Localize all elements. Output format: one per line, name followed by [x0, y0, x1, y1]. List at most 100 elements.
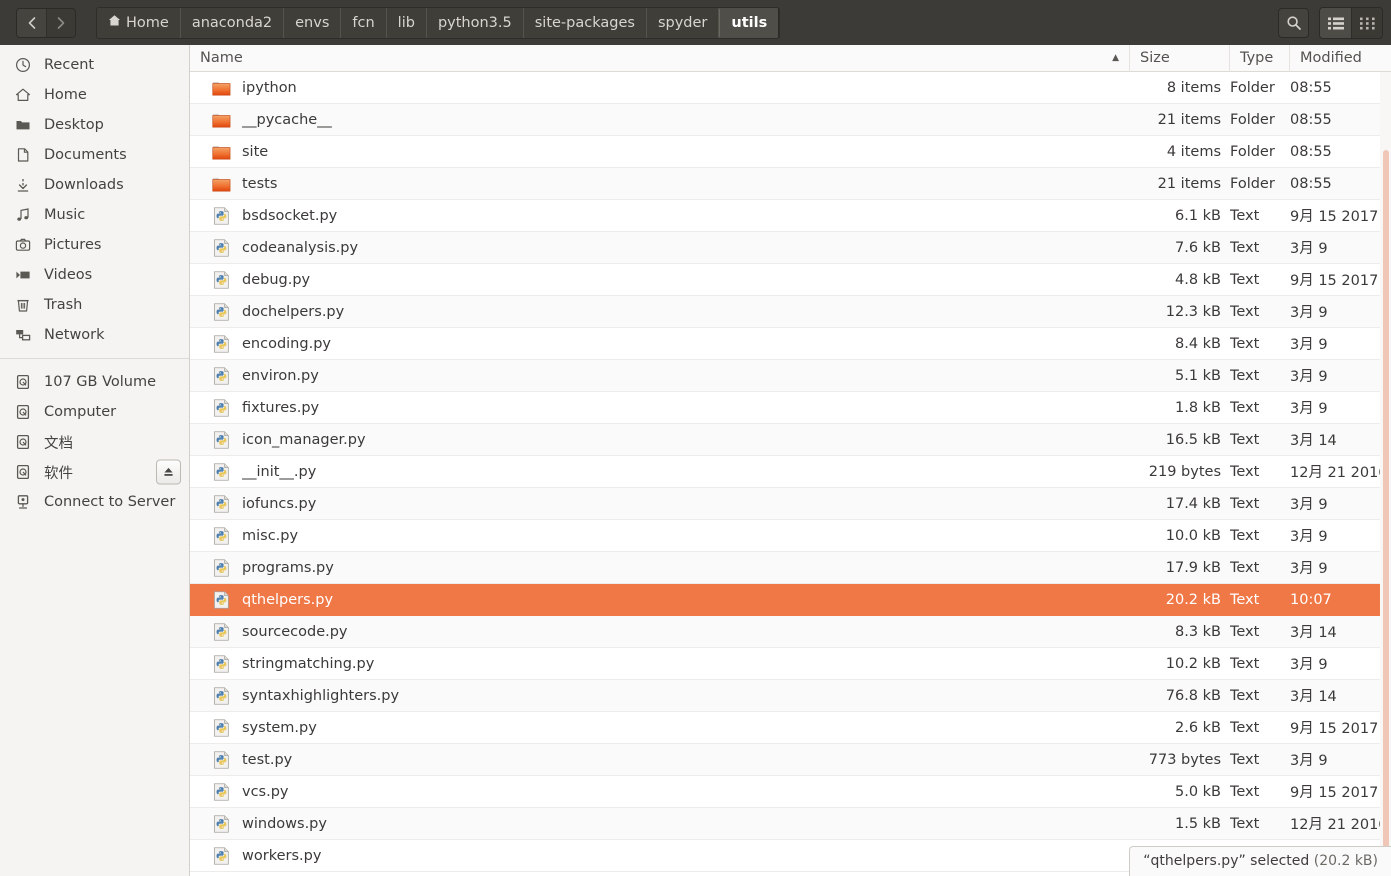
sidebar-item-107gb-volume[interactable]: 107 GB Volume	[0, 367, 189, 397]
python-file-icon	[214, 814, 229, 833]
file-list: ipython 8 items Folder 08:55 __pycache__ 21 i…	[190, 72, 1391, 876]
table-row[interactable]: encoding.py 8.4 kB Text 3月 9	[190, 328, 1391, 360]
column-header-size[interactable]: Size	[1130, 44, 1230, 72]
file-modified-cell: 08:55	[1290, 143, 1332, 160]
folder-icon	[212, 81, 231, 96]
sidebar-item-desktop[interactable]: Desktop	[0, 110, 189, 140]
sidebar-item-computer[interactable]: Computer	[0, 397, 189, 427]
grid-view-button[interactable]	[1351, 8, 1382, 38]
file-name-cell: misc.py	[190, 526, 1130, 545]
file-modified-cell: 3月 14	[1290, 433, 1337, 449]
breadcrumb-item-python35[interactable]: python3.5	[427, 7, 524, 38]
python-file-icon	[214, 558, 229, 577]
sidebar-item-music[interactable]: Music	[0, 200, 189, 230]
file-name-cell: programs.py	[190, 558, 1130, 577]
sidebar-item-documents[interactable]: Documents	[0, 140, 189, 170]
breadcrumb-item-site-packages[interactable]: site-packages	[524, 7, 647, 38]
file-type-cell: Text	[1230, 239, 1260, 256]
breadcrumb-item-lib[interactable]: lib	[387, 7, 427, 38]
sidebar-item-videos[interactable]: Videos	[0, 260, 189, 290]
sidebar-item-network[interactable]: Network	[0, 320, 189, 350]
sidebar-item-trash[interactable]: Trash	[0, 290, 189, 320]
file-size-cell: 4 items	[1166, 143, 1221, 160]
back-button[interactable]	[17, 8, 46, 37]
sidebar-item-home[interactable]: Home	[0, 80, 189, 110]
sidebar-item-connect-to-server[interactable]: Connect to Server	[0, 487, 189, 517]
breadcrumb-label: site-packages	[534, 14, 635, 31]
file-name-cell: icon_manager.py	[190, 430, 1130, 449]
file-type-cell: Folder	[1230, 143, 1275, 160]
sidebar-item-wendang[interactable]: 文档	[0, 427, 189, 457]
table-row[interactable]: stringmatching.py 10.2 kB Text 3月 9	[190, 648, 1391, 680]
file-size-cell: 5.0 kB	[1174, 783, 1221, 800]
sidebar-item-label: Connect to Server	[44, 494, 176, 510]
breadcrumb-item-fcn[interactable]: fcn	[341, 7, 387, 38]
eject-icon	[164, 467, 173, 476]
column-header-label: Type	[1240, 50, 1274, 66]
table-row[interactable]: icon_manager.py 16.5 kB Text 3月 14	[190, 424, 1391, 456]
table-row[interactable]: test.py 773 bytes Text 3月 9	[190, 744, 1391, 776]
vertical-scrollbar[interactable]	[1380, 72, 1391, 876]
file-name-cell: syntaxhighlighters.py	[190, 686, 1130, 705]
forward-button[interactable]	[46, 8, 75, 37]
scrollbar-thumb[interactable]	[1383, 150, 1389, 876]
breadcrumb-item-spyder[interactable]: spyder	[647, 7, 720, 38]
breadcrumb-item-anaconda2[interactable]: anaconda2	[181, 7, 285, 38]
file-modified-cell: 3月 9	[1290, 401, 1328, 417]
table-row[interactable]: debug.py 4.8 kB Text 9月 15 2017	[190, 264, 1391, 296]
table-row[interactable]: qthelpers.py 20.2 kB Text 10:07	[190, 584, 1391, 616]
column-header-type[interactable]: Type	[1230, 44, 1290, 72]
breadcrumb-item-utils[interactable]: utils	[719, 7, 780, 38]
eject-button[interactable]	[156, 459, 181, 485]
file-name-label: bsdsocket.py	[242, 207, 338, 224]
sidebar-item-recent[interactable]: Recent	[0, 50, 189, 80]
table-row[interactable]: windows.py 1.5 kB Text 12月 21 2016	[190, 808, 1391, 840]
list-view-button[interactable]	[1320, 8, 1351, 38]
table-row[interactable]: sourcecode.py 8.3 kB Text 3月 14	[190, 616, 1391, 648]
file-type-cell: Text	[1230, 591, 1260, 608]
table-row[interactable]: fixtures.py 1.8 kB Text 3月 9	[190, 392, 1391, 424]
file-name-cell: tests	[190, 175, 1130, 193]
sidebar-item-label: Documents	[44, 147, 127, 163]
table-row[interactable]: system.py 2.6 kB Text 9月 15 2017	[190, 712, 1391, 744]
file-size-cell: 21 items	[1157, 111, 1221, 128]
column-header-name[interactable]: Name ▲	[190, 44, 1130, 72]
sidebar-item-pictures[interactable]: Pictures	[0, 230, 189, 260]
table-row[interactable]: bsdsocket.py 6.1 kB Text 9月 15 2017	[190, 200, 1391, 232]
table-row[interactable]: vcs.py 5.0 kB Text 9月 15 2017	[190, 776, 1391, 808]
clock-icon	[14, 57, 32, 73]
chevron-right-icon	[57, 16, 65, 29]
column-header-modified[interactable]: Modified	[1290, 45, 1391, 72]
file-name-label: test.py	[242, 751, 293, 768]
table-row[interactable]: misc.py 10.0 kB Text 3月 9	[190, 520, 1391, 552]
table-row[interactable]: ipython 8 items Folder 08:55	[190, 72, 1391, 104]
file-size-cell: 17.9 kB	[1165, 559, 1221, 576]
breadcrumb-item-envs[interactable]: envs	[284, 7, 342, 38]
sidebar-item-label: Trash	[44, 297, 83, 313]
table-row[interactable]: syntaxhighlighters.py 76.8 kB Text 3月 14	[190, 680, 1391, 712]
table-row[interactable]: __pycache__ 21 items Folder 08:55	[190, 104, 1391, 136]
table-row[interactable]: codeanalysis.py 7.6 kB Text 3月 9	[190, 232, 1391, 264]
breadcrumb-item-home[interactable]: Home	[97, 7, 181, 38]
file-name-cell: __init__.py	[190, 462, 1130, 481]
table-row[interactable]: tests 21 items Folder 08:55	[190, 168, 1391, 200]
table-row[interactable]: iofuncs.py 17.4 kB Text 3月 9	[190, 488, 1391, 520]
network-icon	[14, 327, 32, 343]
file-type-cell: Text	[1230, 367, 1260, 384]
sidebar-item-label: Desktop	[44, 117, 104, 133]
file-name-label: codeanalysis.py	[242, 239, 359, 256]
table-row[interactable]: __init__.py 219 bytes Text 12月 21 2016	[190, 456, 1391, 488]
breadcrumb-label: anaconda2	[191, 14, 273, 31]
table-row[interactable]: programs.py 17.9 kB Text 3月 9	[190, 552, 1391, 584]
sidebar-item-ruanjian[interactable]: 软件	[0, 457, 189, 487]
table-row[interactable]: dochelpers.py 12.3 kB Text 3月 9	[190, 296, 1391, 328]
file-type-cell: Folder	[1230, 111, 1275, 128]
file-name-label: __pycache__	[242, 111, 332, 128]
file-name-label: dochelpers.py	[242, 303, 345, 320]
download-icon	[14, 177, 32, 193]
file-type-cell: Text	[1230, 687, 1260, 704]
search-button[interactable]	[1278, 8, 1309, 38]
table-row[interactable]: site 4 items Folder 08:55	[190, 136, 1391, 168]
table-row[interactable]: environ.py 5.1 kB Text 3月 9	[190, 360, 1391, 392]
sidebar-item-downloads[interactable]: Downloads	[0, 170, 189, 200]
